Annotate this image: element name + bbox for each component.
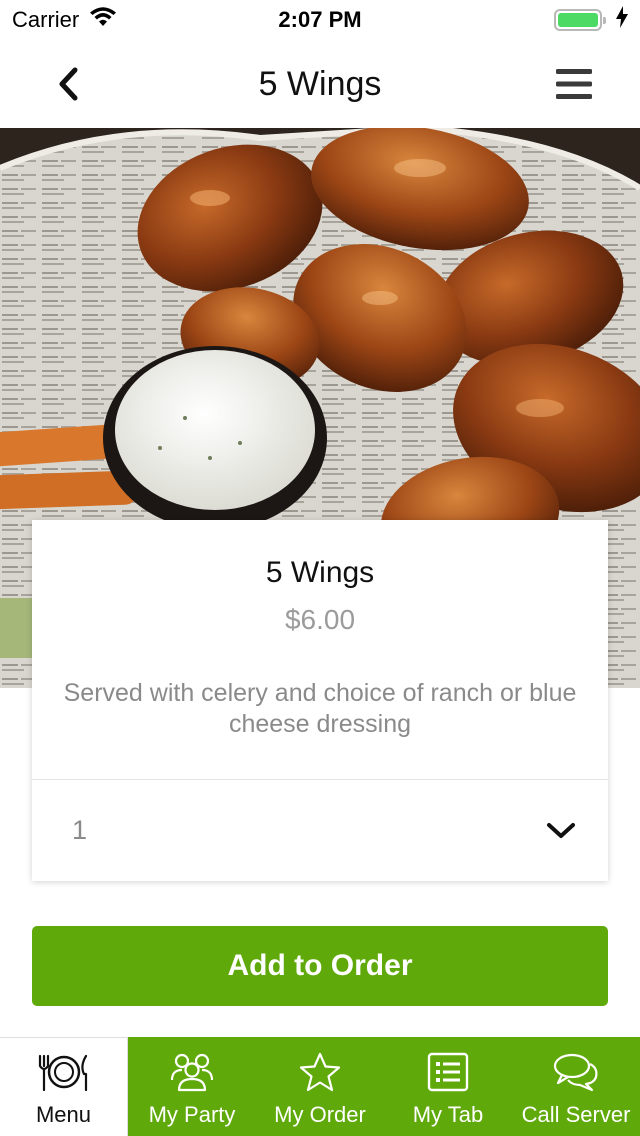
item-card: 5 Wings $6.00 Served with celery and cho… — [32, 520, 608, 881]
tab-label: My Order — [274, 1102, 366, 1127]
tab-call-server[interactable]: Call Server — [512, 1037, 640, 1136]
tab-bar: Menu My Party My Order My Tab Call Serve… — [0, 1037, 640, 1136]
battery-icon — [554, 9, 606, 31]
menu-plate-icon — [36, 1050, 92, 1094]
quantity-select[interactable]: 1 — [32, 780, 608, 881]
back-button[interactable] — [48, 62, 88, 106]
tab-label: My Party — [148, 1102, 236, 1127]
tab-my-party[interactable]: My Party — [128, 1037, 256, 1136]
item-price: $6.00 — [284, 604, 356, 635]
status-time: 2:07 PM — [278, 7, 362, 32]
page-title: 5 Wings — [258, 64, 382, 103]
tab-my-tab[interactable]: My Tab — [384, 1037, 512, 1136]
tab-label: Call Server — [521, 1102, 631, 1127]
menu-button[interactable] — [554, 62, 594, 106]
status-bar: Carrier 2:07 PM — [0, 0, 640, 40]
tab-label: Menu — [35, 1102, 92, 1127]
chevron-left-icon — [59, 67, 78, 101]
item-description: Served with celery and choice of ranch o… — [63, 679, 577, 738]
star-icon — [299, 1050, 341, 1094]
item-name: 5 Wings — [265, 556, 375, 589]
chevron-down-icon — [547, 822, 575, 838]
party-people-icon — [168, 1050, 216, 1094]
tab-menu[interactable]: Menu — [0, 1037, 128, 1136]
hamburger-menu-icon — [556, 69, 592, 99]
tab-my-order[interactable]: My Order — [256, 1037, 384, 1136]
tab-label: My Tab — [412, 1102, 484, 1127]
quantity-value: 1 — [72, 815, 88, 845]
chat-bubbles-icon — [552, 1050, 600, 1094]
list-icon — [427, 1050, 469, 1094]
nav-bar: 5 Wings — [0, 40, 640, 128]
battery-fill — [558, 13, 598, 27]
add-to-order-button[interactable]: Add to Order — [32, 926, 608, 1006]
